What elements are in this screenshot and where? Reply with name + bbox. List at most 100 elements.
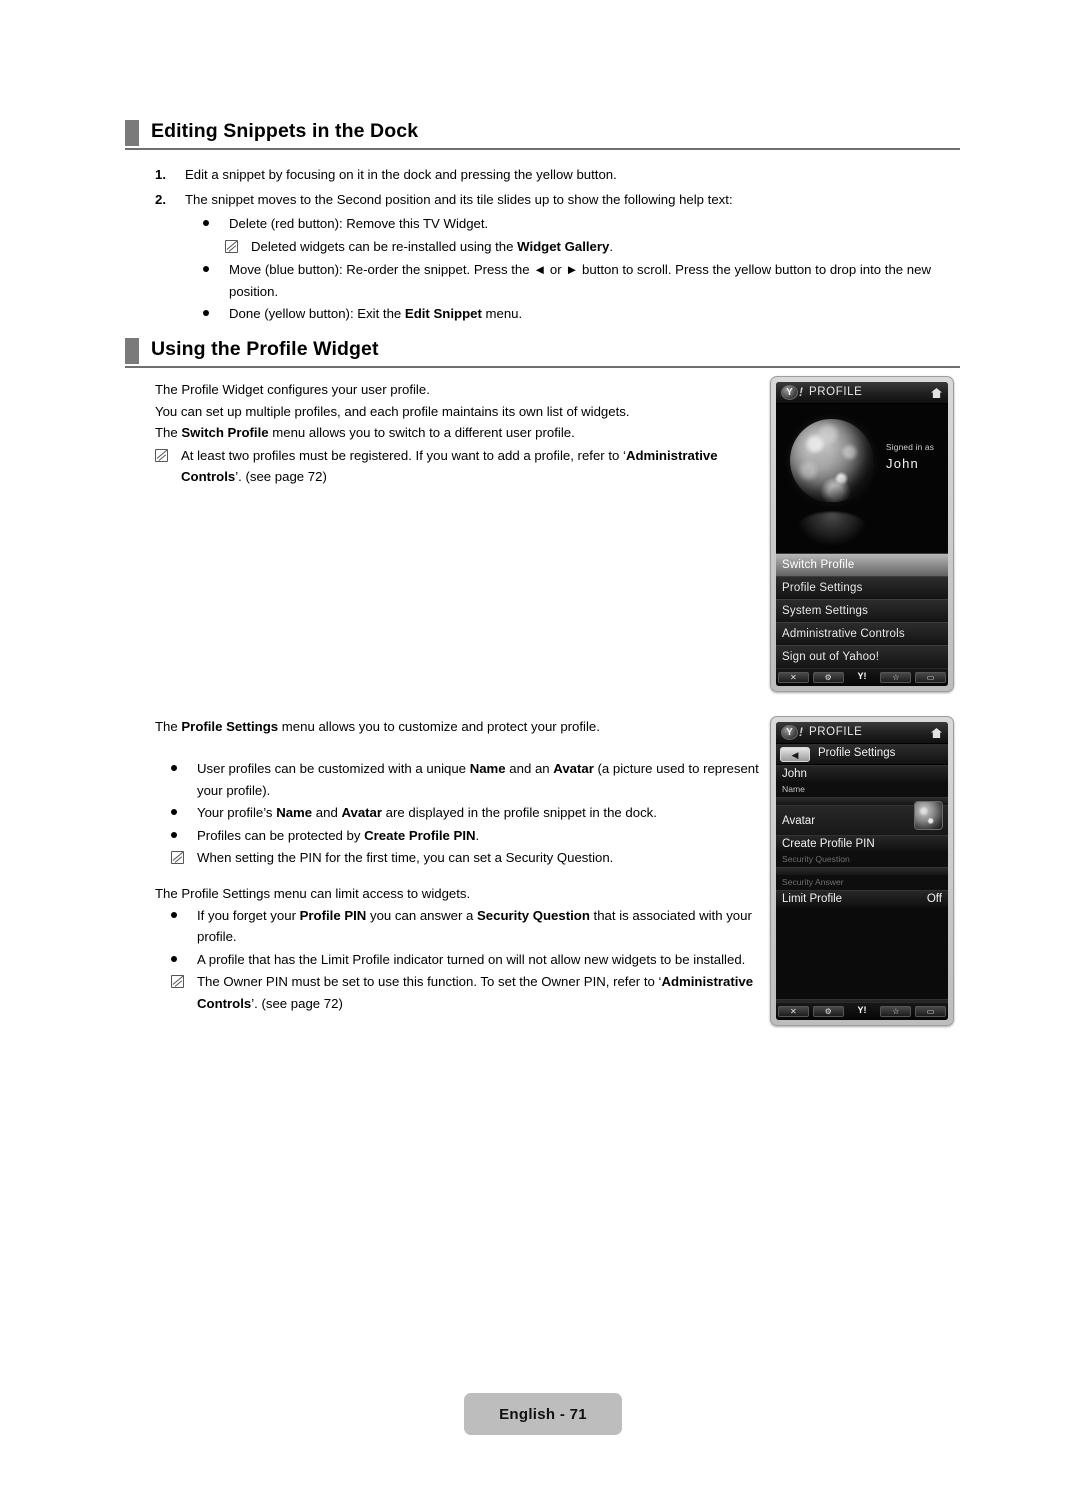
globe-avatar-icon xyxy=(790,419,873,502)
list-text: If you forget your Profile PIN you can a… xyxy=(197,907,752,945)
using-profile-widget-body: The Profile Widget configures your user … xyxy=(155,379,755,489)
tv-widget-profile-screenshot: Y ! PROFILE Signed in as John Switch Pro… xyxy=(770,376,954,692)
empty-area xyxy=(776,907,948,999)
yahoo-icon[interactable]: Y! xyxy=(848,1006,877,1017)
close-icon[interactable]: ✕ xyxy=(778,672,809,683)
bullet-icon xyxy=(171,809,177,815)
note-item: When setting the PIN for the first time,… xyxy=(171,847,760,869)
menu-item-sign-out[interactable]: Sign out of Yahoo! xyxy=(776,645,948,668)
widget-toolbar: ✕ ⚙ Y! ☆ ▭ xyxy=(776,1002,948,1020)
row-divider xyxy=(776,867,948,875)
menu-item-system-settings[interactable]: System Settings xyxy=(776,599,948,622)
list-item: If you forget your Profile PIN you can a… xyxy=(171,905,775,948)
back-button[interactable]: ◀ xyxy=(780,747,810,762)
widget-header: Y ! PROFILE xyxy=(776,722,948,744)
note-text: At least two profiles must be registered… xyxy=(181,447,718,485)
dock-icon[interactable]: ▭ xyxy=(915,672,946,683)
yahoo-logo-icon: Y xyxy=(781,725,798,740)
list-item: User profiles can be customized with a u… xyxy=(171,758,760,801)
list-item: 1. Edit a snippet by focusing on it in t… xyxy=(155,164,945,186)
star-icon[interactable]: ☆ xyxy=(880,672,912,683)
paragraph: The Profile Widget configures your user … xyxy=(155,382,430,397)
list-text: A profile that has the Limit Profile ind… xyxy=(197,951,746,967)
list-item: Move (blue button): Re-order the snippet… xyxy=(203,259,945,302)
bullet-icon xyxy=(203,266,209,272)
setting-security-answer: Security Answer xyxy=(776,875,948,890)
setting-avatar-row[interactable]: Avatar xyxy=(776,801,948,835)
bullet-icon xyxy=(171,911,177,918)
section-heading-using-profile-widget: Using the Profile Widget xyxy=(125,336,960,370)
list-text: Delete (red button): Remove this TV Widg… xyxy=(229,216,489,231)
dock-icon[interactable]: ▭ xyxy=(915,1006,946,1017)
menu-item-profile-settings[interactable]: Profile Settings xyxy=(776,576,948,599)
editing-snippets-body: 1. Edit a snippet by focusing on it in t… xyxy=(155,164,945,326)
bullet-icon xyxy=(171,955,177,962)
note-text: The Owner PIN must be set to use this fu… xyxy=(197,974,754,1011)
tv-screen: Y ! PROFILE Signed in as John Switch Pro… xyxy=(776,382,948,686)
setting-security-question: Security Question xyxy=(776,852,948,867)
settings-subheader: ◀ Profile Settings xyxy=(776,744,948,765)
note-item: The Owner PIN must be set to use this fu… xyxy=(171,971,775,1014)
avatar-thumbnail-icon[interactable] xyxy=(914,801,943,830)
note-item: At least two profiles must be registered… xyxy=(155,445,755,488)
page-footer: English - 71 xyxy=(464,1393,622,1435)
gear-icon[interactable]: ⚙ xyxy=(812,672,844,683)
setting-limit-profile[interactable]: Limit Profile Off xyxy=(776,890,948,907)
menu-item-switch-profile[interactable]: Switch Profile xyxy=(776,553,948,576)
paragraph: The Profile Settings menu allows you to … xyxy=(155,719,600,734)
note-icon xyxy=(171,851,184,864)
widget-title: PROFILE xyxy=(809,386,863,398)
setting-limit-profile-value: Off xyxy=(926,893,942,905)
setting-create-profile-pin[interactable]: Create Profile PIN xyxy=(776,835,948,852)
paragraph: The Switch Profile menu allows you to sw… xyxy=(155,425,575,440)
profile-settings-body-upper: The Profile Settings menu allows you to … xyxy=(155,716,760,738)
home-icon[interactable] xyxy=(931,388,942,398)
list-item: A profile that has the Limit Profile ind… xyxy=(171,949,775,971)
widget-toolbar: ✕ ⚙ Y! ☆ ▭ xyxy=(776,668,948,686)
note-text: Deleted widgets can be re-installed usin… xyxy=(251,238,613,254)
note-icon xyxy=(155,448,168,462)
heading-marker xyxy=(125,338,139,364)
setting-limit-profile-label: Limit Profile xyxy=(782,893,843,905)
heading-text: Using the Profile Widget xyxy=(151,338,379,360)
gear-icon[interactable]: ⚙ xyxy=(812,1006,844,1017)
arrow-left-icon: ◄ xyxy=(533,262,547,277)
globe-reflection xyxy=(796,512,868,546)
signed-in-label: Signed in as xyxy=(886,442,935,452)
list-text: Profiles can be protected by Create Prof… xyxy=(197,827,480,843)
note-item: Deleted widgets can be re-installed usin… xyxy=(203,236,945,258)
note-icon xyxy=(225,239,238,253)
bullet-icon xyxy=(171,765,177,771)
heading-text: Editing Snippets in the Dock xyxy=(151,120,419,142)
setting-name-label: Name xyxy=(776,782,948,797)
settings-subtitle: Profile Settings xyxy=(818,747,896,759)
list-text: Move (blue button): Re-order the snippet… xyxy=(229,262,931,299)
menu-item-administrative-controls[interactable]: Administrative Controls xyxy=(776,622,948,645)
yahoo-bang-icon: ! xyxy=(799,725,803,739)
setting-avatar-label: Avatar xyxy=(782,815,816,827)
note-text: When setting the PIN for the first time,… xyxy=(197,850,614,865)
paragraph: The Profile Settings menu can limit acce… xyxy=(155,886,471,901)
home-icon[interactable] xyxy=(931,728,942,738)
yahoo-logo-icon: Y xyxy=(781,385,798,400)
heading-rule xyxy=(125,148,960,150)
list-text: User profiles can be customized with a u… xyxy=(197,761,759,798)
widget-title: PROFILE xyxy=(809,726,863,738)
list-text: The snippet moves to the Second position… xyxy=(185,191,733,207)
star-icon[interactable]: ☆ xyxy=(880,1006,912,1017)
heading-rule xyxy=(125,366,960,368)
close-icon[interactable]: ✕ xyxy=(778,1006,809,1017)
list-item: Done (yellow button): Exit the Edit Snip… xyxy=(203,303,945,325)
signed-in-username: John xyxy=(886,456,919,471)
heading-marker xyxy=(125,120,139,146)
profile-settings-bullets-upper: User profiles can be customized with a u… xyxy=(155,758,760,870)
widget-header: Y ! PROFILE xyxy=(776,382,948,404)
list-text: Edit a snippet by focusing on it in the … xyxy=(185,167,617,182)
profile-menu-list: Switch Profile Profile Settings System S… xyxy=(776,553,948,668)
setting-name-value[interactable]: John xyxy=(776,765,948,782)
list-number: 2. xyxy=(155,191,166,207)
manual-page: Editing Snippets in the Dock 1. Edit a s… xyxy=(0,0,1080,1488)
yahoo-bang-icon: ! xyxy=(799,385,803,399)
yahoo-icon[interactable]: Y! xyxy=(848,672,877,683)
list-item: 2. The snippet moves to the Second posit… xyxy=(155,189,945,211)
